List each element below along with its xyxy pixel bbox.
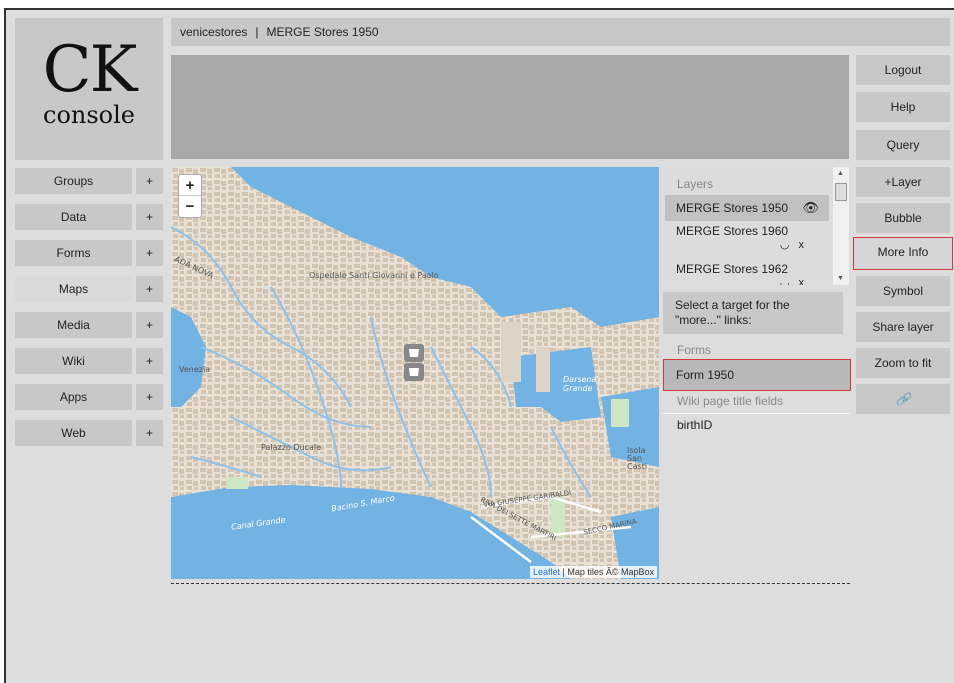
window-top-edge	[0, 0, 954, 8]
nav-maps-add-button[interactable]: +	[136, 276, 163, 302]
nav-data-add-button[interactable]: +	[136, 204, 163, 230]
bubble-button[interactable]: Bubble	[856, 203, 950, 233]
nav-groups-button[interactable]: Groups	[15, 168, 132, 194]
banner-area	[171, 55, 849, 159]
forms-title: Forms	[677, 343, 711, 357]
layer-item[interactable]: MERGE Stores 1962 ◡ x	[665, 262, 829, 285]
breadcrumb-group[interactable]: venicestores	[180, 25, 247, 39]
layer-item[interactable]: MERGE Stores 1960 ◡ x	[665, 224, 829, 254]
nav-groups-add-button[interactable]: +	[136, 168, 163, 194]
more-info-button[interactable]: More Info	[853, 237, 953, 270]
nav-web-button[interactable]: Web	[15, 420, 132, 446]
window-border-top	[6, 8, 954, 10]
select-target-box[interactable]: Select a target for the "more..." links:	[663, 292, 843, 334]
layer-item[interactable]: MERGE Stores 1950 👁	[665, 195, 829, 221]
breadcrumb-page: MERGE Stores 1950	[266, 25, 379, 39]
map-label-venezia: Venezia	[179, 365, 211, 374]
map-bottom-dashed-line	[171, 583, 850, 584]
remove-layer-icon[interactable]: x	[799, 239, 805, 251]
zoom-to-fit-button[interactable]: Zoom to fit	[856, 348, 950, 378]
layer-name: MERGE Stores 1960	[676, 224, 789, 238]
query-button[interactable]: Query	[856, 130, 950, 160]
breadcrumb: venicestores | MERGE Stores 1950	[171, 18, 950, 46]
scroll-thumb[interactable]	[835, 183, 847, 201]
store-marker-icon[interactable]	[403, 343, 425, 383]
hidden-eye-icon[interactable]: ◡	[780, 239, 790, 251]
window-border-left	[0, 8, 6, 683]
help-button[interactable]: Help	[856, 92, 950, 122]
logout-button[interactable]: Logout	[856, 55, 950, 85]
map-label-darsena: Darsena Grande	[563, 375, 597, 393]
layer-name: MERGE Stores 1962	[676, 262, 789, 276]
nav-wiki-add-button[interactable]: +	[136, 348, 163, 374]
map-label-palazzo: Palazzo Ducale	[261, 443, 322, 452]
share-layer-button[interactable]: Share layer	[856, 312, 950, 342]
nav-wiki-button[interactable]: Wiki	[15, 348, 132, 374]
layers-scrollbar[interactable]: ▲ ▼	[833, 167, 849, 285]
link-icon[interactable]: 🔗	[856, 384, 950, 414]
form-1950-button[interactable]: Form 1950	[663, 359, 851, 391]
map-label-isola: Isola San Casti	[627, 446, 648, 471]
map-view[interactable]: Ospedale Santi Giovanni e Paolo Venezia …	[171, 167, 659, 579]
nav-apps-add-button[interactable]: +	[136, 384, 163, 410]
map-attribution: Leaflet | Map tiles Â© MapBox	[529, 566, 657, 578]
nav-maps-button[interactable]: Maps	[15, 276, 132, 302]
eye-icon[interactable]: 👁	[802, 195, 819, 221]
nav-media-add-button[interactable]: +	[136, 312, 163, 338]
nav-media-button[interactable]: Media	[15, 312, 132, 338]
nav-forms-add-button[interactable]: +	[136, 240, 163, 266]
add-layer-button[interactable]: +Layer	[856, 167, 950, 197]
zoom-control: + −	[178, 174, 202, 218]
map-label-ospedale: Ospedale Santi Giovanni e Paolo	[309, 271, 439, 280]
layers-list[interactable]: Layers MERGE Stores 1950 👁 MERGE Stores …	[663, 167, 849, 285]
breadcrumb-separator: |	[255, 25, 259, 39]
nav-web-add-button[interactable]: +	[136, 420, 163, 446]
nav-forms-button[interactable]: Forms	[15, 240, 132, 266]
logo-console: console	[43, 101, 135, 129]
remove-layer-icon[interactable]: x	[799, 277, 805, 285]
ck-console-logo: CK console	[15, 18, 163, 160]
hidden-eye-icon[interactable]: ◡	[780, 277, 790, 285]
logo-ck: CK	[42, 33, 138, 107]
layer-name: MERGE Stores 1950	[676, 201, 789, 215]
symbol-button[interactable]: Symbol	[856, 276, 950, 306]
nav-data-button[interactable]: Data	[15, 204, 132, 230]
scroll-down-icon[interactable]: ▼	[837, 275, 844, 282]
layers-title: Layers	[677, 177, 714, 191]
wiki-divider	[663, 413, 849, 414]
wiki-field-birthid[interactable]: birthID	[677, 418, 712, 432]
scroll-up-icon[interactable]: ▲	[837, 170, 844, 177]
zoom-in-button[interactable]: +	[179, 175, 201, 196]
zoom-out-button[interactable]: −	[179, 196, 201, 217]
map-tiles-credit: | Map tiles Â© MapBox	[559, 567, 654, 577]
leaflet-link[interactable]: Leaflet	[533, 567, 560, 577]
wiki-title: Wiki page title fields	[677, 394, 784, 408]
nav-apps-button[interactable]: Apps	[15, 384, 132, 410]
